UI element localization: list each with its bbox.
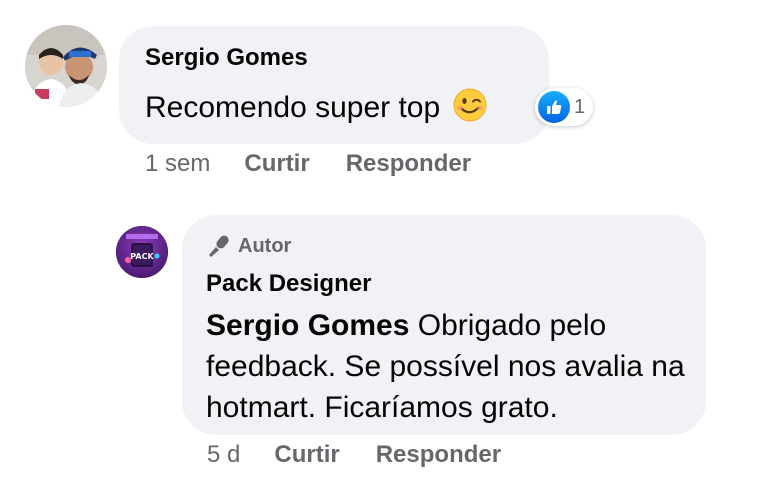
- author-badge-label: Autor: [238, 234, 292, 257]
- comment-author[interactable]: Pack Designer: [206, 270, 371, 298]
- microphone-icon: [209, 235, 229, 257]
- reply-button[interactable]: Responder: [346, 150, 471, 178]
- comment-body: Recomendo super top: [145, 91, 441, 124]
- avatar[interactable]: [25, 25, 107, 107]
- reaction-summary[interactable]: 1: [535, 88, 594, 126]
- comment-timestamp[interactable]: 5 d: [207, 441, 240, 469]
- comment-timestamp[interactable]: 1 sem: [145, 150, 210, 178]
- wink-emoji-icon: [453, 88, 487, 122]
- like-button[interactable]: Curtir: [244, 150, 309, 178]
- comment-actions: 5 d Curtir Responder: [207, 441, 537, 469]
- comment-author[interactable]: Sergio Gomes: [145, 44, 308, 72]
- avatar[interactable]: PACK: [116, 226, 168, 278]
- like-icon: [538, 91, 570, 123]
- comment-bubble: Sergio Gomes Recomendo super top: [119, 26, 549, 144]
- author-badge: Autor: [206, 233, 291, 259]
- mention-link[interactable]: Sergio Gomes: [206, 309, 409, 342]
- like-button[interactable]: Curtir: [274, 441, 339, 469]
- comment-text: Sergio Gomes Obrigado pelo feedback. Se …: [206, 305, 686, 428]
- logo-text: PACK: [130, 252, 154, 261]
- profile-photo: [25, 25, 107, 107]
- reply-button[interactable]: Responder: [376, 441, 501, 469]
- reaction-count: 1: [574, 95, 586, 118]
- page-logo: PACK: [116, 226, 168, 278]
- comment-text: Recomendo super top: [145, 88, 487, 126]
- comment-bubble: Autor Pack Designer Sergio Gomes Obrigad…: [182, 215, 706, 435]
- comment-actions: 1 sem Curtir Responder: [145, 150, 507, 178]
